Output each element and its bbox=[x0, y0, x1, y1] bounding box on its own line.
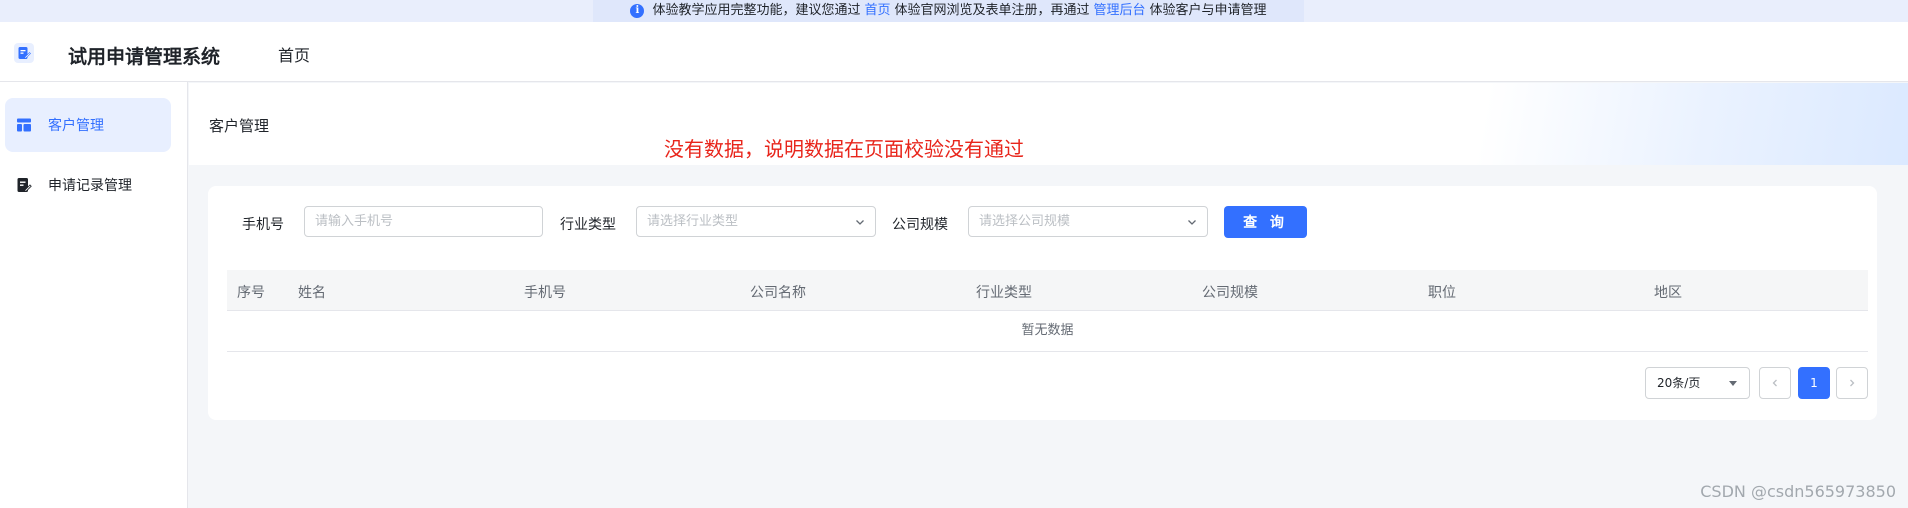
column-header: 地区 bbox=[1654, 285, 1682, 301]
top-notice-bar: i 体验教学应用完整功能，建议您通过 首页 体验官网浏览及表单注册，再通过 管理… bbox=[0, 0, 1908, 22]
page-size-select[interactable]: 20条/页 bbox=[1645, 367, 1750, 399]
phone-label: 手机号 bbox=[242, 217, 284, 233]
chevron-right-icon bbox=[1850, 379, 1855, 387]
csdn-watermark: CSDN @csdn565973850 bbox=[1700, 482, 1896, 501]
layout-icon bbox=[16, 117, 32, 133]
column-header: 公司名称 bbox=[750, 285, 806, 301]
notice-home-link[interactable]: 首页 bbox=[864, 3, 890, 19]
app-logo-icon bbox=[14, 43, 34, 63]
scale-label: 公司规模 bbox=[892, 217, 948, 233]
edit-doc-icon bbox=[16, 177, 32, 193]
query-button[interactable]: 查 询 bbox=[1224, 206, 1307, 238]
nav-home-link[interactable]: 首页 bbox=[278, 42, 310, 66]
column-header: 手机号 bbox=[524, 285, 566, 301]
page-size-value: 20条/页 bbox=[1657, 376, 1701, 390]
prev-page-button[interactable] bbox=[1759, 367, 1791, 399]
phone-input[interactable] bbox=[304, 206, 543, 237]
industry-select-placeholder: 请选择行业类型 bbox=[647, 214, 739, 229]
content-header-band bbox=[189, 83, 1908, 165]
notice-admin-link[interactable]: 管理后台 bbox=[1094, 3, 1146, 19]
notice-text-before: 体验教学应用完整功能，建议您通过 bbox=[652, 3, 861, 18]
sidebar: 客户管理 申请记录管理 bbox=[0, 82, 188, 508]
app-title: 试用申请管理系统 bbox=[68, 46, 221, 68]
notice-text-after: 体验客户与申请管理 bbox=[1149, 3, 1267, 18]
chevron-down-icon bbox=[856, 220, 864, 225]
column-header: 职位 bbox=[1428, 285, 1456, 301]
page-title: 客户管理 bbox=[209, 117, 270, 135]
next-page-button[interactable] bbox=[1836, 367, 1868, 399]
industry-select[interactable]: 请选择行业类型 bbox=[636, 206, 876, 237]
scale-select[interactable]: 请选择公司规模 bbox=[968, 206, 1208, 237]
industry-label: 行业类型 bbox=[560, 217, 616, 233]
red-annotation-text: 没有数据，说明数据在页面校验没有通过 bbox=[664, 137, 1024, 161]
app-header: 试用申请管理系统 首页 bbox=[0, 22, 1908, 82]
chevron-left-icon bbox=[1772, 379, 1777, 387]
sidebar-item-label: 客户管理 bbox=[48, 118, 104, 134]
column-header: 行业类型 bbox=[976, 285, 1032, 301]
table-empty-state: 暂无数据 bbox=[227, 311, 1868, 352]
sidebar-item-label: 申请记录管理 bbox=[48, 178, 132, 194]
chevron-down-icon bbox=[1188, 220, 1196, 225]
info-icon: i bbox=[630, 4, 645, 18]
page-number-button[interactable]: 1 bbox=[1798, 367, 1830, 399]
column-header: 序号 bbox=[237, 285, 265, 301]
notice-text-middle: 体验官网浏览及表单注册，再通过 bbox=[894, 3, 1090, 18]
caret-down-icon bbox=[1729, 381, 1737, 386]
notice-banner: i 体验教学应用完整功能，建议您通过 首页 体验官网浏览及表单注册，再通过 管理… bbox=[593, 0, 1304, 22]
sidebar-item-application-records[interactable]: 申请记录管理 bbox=[5, 158, 171, 212]
column-header: 姓名 bbox=[298, 285, 326, 301]
table-header: 序号 姓名 手机号 公司名称 行业类型 公司规模 职位 地区 bbox=[227, 270, 1868, 311]
column-header: 公司规模 bbox=[1202, 285, 1258, 301]
sidebar-item-customer-management[interactable]: 客户管理 bbox=[5, 98, 171, 152]
scale-select-placeholder: 请选择公司规模 bbox=[979, 214, 1071, 229]
customer-list-card: 手机号 行业类型 请选择行业类型 公司规模 请选择公司规模 查 询 序号 姓名 … bbox=[208, 186, 1877, 420]
